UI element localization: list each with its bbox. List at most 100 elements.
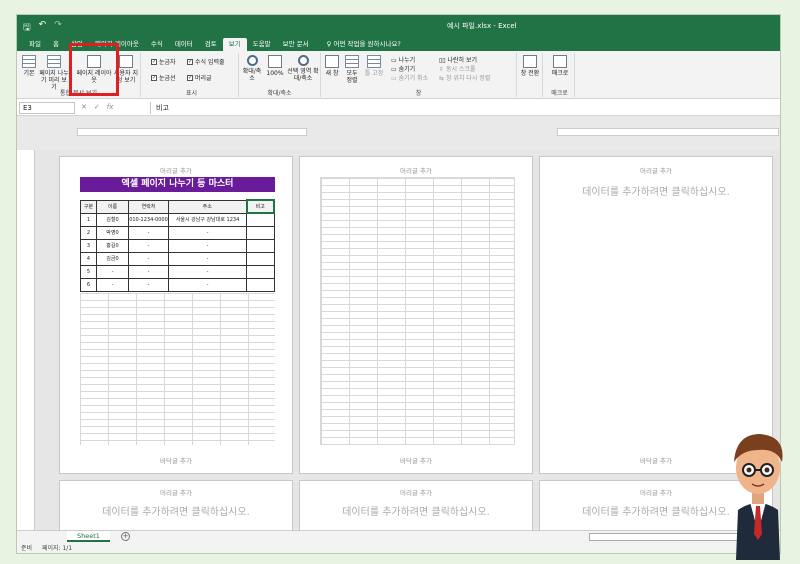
tell-me-search[interactable]: ♀ 어떤 작업을 원하시나요?: [321, 38, 407, 51]
table-row: 3 홍길0- -: [80, 238, 275, 253]
empty-cells[interactable]: [320, 177, 515, 445]
ruler-checkbox[interactable]: ✓ 눈금자: [151, 57, 176, 66]
sync-scroll-icon: ⇳: [439, 66, 446, 73]
cell[interactable]: 박영0: [96, 225, 129, 240]
cancel-icon[interactable]: ✕: [81, 103, 87, 111]
reset-position-button[interactable]: ⇆ 창 위치 다시 정렬: [439, 73, 490, 82]
check-icon: ✓: [151, 74, 157, 81]
status-page: 페이지: 1/1: [41, 545, 73, 552]
page-break-preview-button[interactable]: 페이지 나누기 미리 보기: [39, 55, 69, 91]
tab-secure-doc[interactable]: 보안 문서: [277, 38, 315, 51]
side-by-side-button[interactable]: ▯▯ 나란히 보기: [439, 55, 477, 64]
group-switch: 창 전환: [517, 53, 543, 97]
table-row: 2 박영0- -: [80, 225, 275, 240]
cell[interactable]: -: [168, 251, 247, 266]
undo-icon[interactable]: ↶: [39, 20, 47, 36]
cell[interactable]: -: [128, 277, 169, 292]
cell[interactable]: [246, 277, 275, 292]
freeze-panes-button[interactable]: 틀 고정: [363, 55, 385, 77]
cell[interactable]: -: [96, 264, 129, 279]
ruler-area: [17, 116, 780, 150]
cell[interactable]: -: [168, 277, 247, 292]
col-header[interactable]: 구분: [80, 199, 97, 214]
page-break-icon: [47, 55, 61, 68]
cell[interactable]: 1: [80, 212, 97, 227]
cell[interactable]: -: [168, 225, 247, 240]
fx-icon[interactable]: fx: [107, 103, 114, 111]
col-header[interactable]: 주소: [168, 199, 247, 214]
cell[interactable]: -: [128, 251, 169, 266]
cell[interactable]: [246, 264, 275, 279]
tab-view[interactable]: 보기: [222, 38, 247, 51]
name-box[interactable]: E3: [19, 102, 75, 114]
cell[interactable]: -: [128, 225, 169, 240]
tab-review[interactable]: 검토: [199, 38, 223, 51]
col-header[interactable]: 비고: [245, 199, 275, 214]
header-add[interactable]: 머리글 추가: [300, 487, 532, 497]
cell[interactable]: 5: [80, 264, 97, 279]
cell[interactable]: -: [128, 238, 169, 253]
cell[interactable]: 김철0: [96, 212, 129, 227]
check-icon: ✓: [187, 74, 193, 81]
tab-data[interactable]: 데이터: [169, 38, 199, 51]
cell[interactable]: [246, 251, 275, 266]
split-button[interactable]: ▭ 나누기: [391, 55, 415, 64]
cell[interactable]: [246, 212, 275, 227]
cell[interactable]: -: [168, 264, 247, 279]
sync-scroll-button[interactable]: ⇳ 동시 스크롤: [439, 64, 475, 73]
group-show: ✓ 눈금자 ✓ 수식 입력줄 ✓ 눈금선 ✓ 머리글 표시: [145, 53, 239, 97]
tab-help[interactable]: 도움말: [247, 38, 277, 51]
switch-windows-icon: [523, 55, 537, 68]
formula-input[interactable]: 비고: [150, 102, 776, 114]
arrange-all-button[interactable]: 모두 정렬: [343, 55, 361, 84]
zoom-100-button[interactable]: 100%: [265, 55, 285, 77]
cell[interactable]: 3: [80, 238, 97, 253]
cell[interactable]: 010-1234-0000: [128, 212, 169, 227]
switch-windows-button[interactable]: 창 전환: [519, 55, 541, 77]
hide-button[interactable]: ▭ 숨기기: [391, 64, 415, 73]
add-sheet-icon[interactable]: +: [121, 532, 130, 541]
cell[interactable]: [246, 225, 275, 240]
redo-icon[interactable]: ↷: [54, 20, 62, 36]
table-header-row: 구분 이름 연락처 주소 비고: [80, 199, 275, 214]
header-add[interactable]: 머리글 추가: [60, 487, 292, 497]
save-icon[interactable]: 🖫: [23, 20, 31, 36]
cell[interactable]: 2: [80, 225, 97, 240]
cell[interactable]: 6: [80, 277, 97, 292]
sheet-banner[interactable]: 엑셀 페이지 나누기 등 마스터: [80, 177, 275, 192]
click-to-add-hint[interactable]: 데이터를 추가하려면 클릭하십시오.: [60, 503, 292, 518]
enter-icon[interactable]: ✓: [94, 103, 100, 111]
gridlines-checkbox[interactable]: ✓ 눈금선: [151, 73, 176, 82]
cell[interactable]: 서울시 강남구 강남대로 1234: [168, 212, 247, 227]
cell[interactable]: -: [96, 277, 129, 292]
header-add[interactable]: 머리글 추가: [300, 165, 532, 175]
footer-add[interactable]: 바닥글 추가: [60, 455, 292, 465]
zoom-selection-button[interactable]: 선택 영역 확대/축소: [287, 55, 319, 82]
new-window-button[interactable]: 새 창: [323, 55, 341, 77]
cell[interactable]: [246, 238, 275, 253]
zoom-button[interactable]: 확대/축소: [241, 55, 263, 82]
cell[interactable]: -: [168, 238, 247, 253]
tab-formulas[interactable]: 수식: [145, 38, 169, 51]
sheet-tab[interactable]: Sheet1: [67, 531, 110, 542]
col-header[interactable]: 연락처: [128, 199, 169, 214]
normal-view-button[interactable]: 기본: [21, 55, 37, 77]
table-row: 5---: [80, 264, 275, 279]
header-add[interactable]: 머리글 추가: [60, 165, 292, 175]
cell[interactable]: 4: [80, 251, 97, 266]
header-add[interactable]: 머리글 추가: [540, 165, 772, 175]
cell[interactable]: 홍길0: [96, 238, 129, 253]
click-to-add-hint[interactable]: 데이터를 추가하려면 클릭하십시오.: [300, 503, 532, 518]
macros-button[interactable]: 매크로: [547, 55, 573, 77]
tab-home[interactable]: 홈: [47, 38, 65, 51]
cell[interactable]: 김금0: [96, 251, 129, 266]
col-header[interactable]: 이름: [96, 199, 129, 214]
empty-cells[interactable]: [80, 293, 275, 445]
cell[interactable]: -: [128, 264, 169, 279]
formula-bar-checkbox[interactable]: ✓ 수식 입력줄: [187, 57, 225, 66]
headings-checkbox[interactable]: ✓ 머리글: [187, 73, 212, 82]
click-to-add-hint[interactable]: 데이터를 추가하려면 클릭하십시오.: [540, 183, 772, 198]
tab-file[interactable]: 파일: [23, 38, 47, 51]
unhide-button[interactable]: ▭ 숨기기 취소: [391, 73, 428, 82]
footer-add[interactable]: 바닥글 추가: [300, 455, 532, 465]
